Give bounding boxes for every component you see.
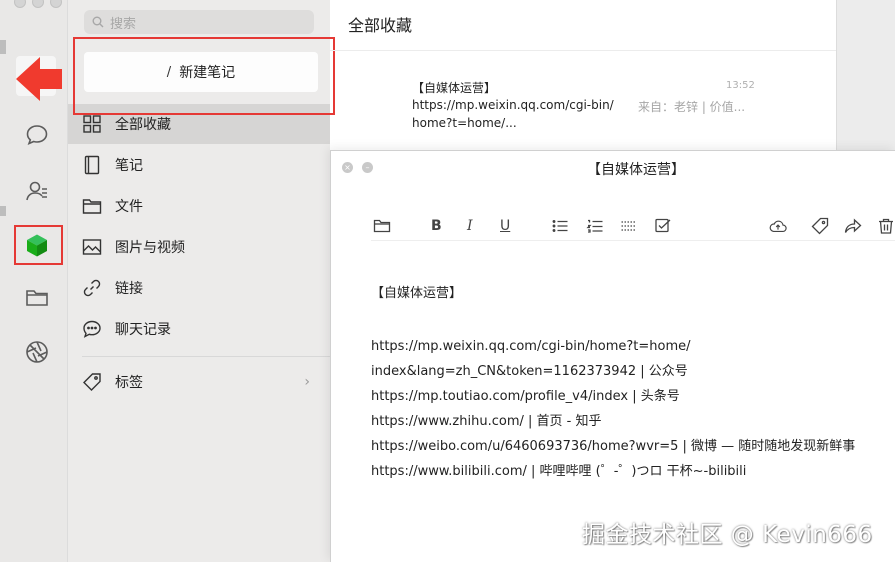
folder-icon	[82, 199, 102, 214]
search-input[interactable]: 搜索	[84, 10, 314, 34]
italic-button[interactable]: I	[467, 215, 473, 237]
folder-icon[interactable]	[22, 282, 52, 312]
category-label: 文件	[115, 199, 143, 215]
category-tags[interactable]: 标签 ›	[68, 362, 330, 402]
chat-bubble-icon	[83, 320, 101, 338]
search-icon	[92, 16, 104, 28]
zoom-window-button[interactable]	[50, 0, 62, 8]
chevron-right-icon: ›	[304, 374, 310, 390]
chat-icon[interactable]	[22, 120, 52, 150]
list-item-title: 【自媒体运营】	[412, 81, 497, 95]
note-line: https://mp.toutiao.com/profile_v4/index …	[371, 389, 680, 404]
category-label: 链接	[115, 281, 143, 297]
preview-line: home?t=home/...	[412, 116, 517, 130]
panel-divider	[82, 356, 330, 357]
window-controls	[14, 0, 62, 8]
category-chat-history[interactable]: 聊天记录	[68, 309, 330, 349]
background-window-edge	[0, 206, 6, 216]
preview-line: https://mp.weixin.qq.com/cgi-bin/	[412, 98, 614, 112]
category-label: 标签	[115, 375, 143, 391]
image-icon	[82, 239, 102, 255]
numbered-list-icon[interactable]	[586, 215, 604, 237]
category-label: 图片与视频	[115, 240, 185, 256]
share-icon[interactable]	[844, 215, 862, 237]
underline-button[interactable]: U	[500, 215, 510, 237]
bullet-list-icon[interactable]	[551, 215, 569, 237]
category-label: 笔记	[115, 158, 143, 174]
trash-icon[interactable]	[877, 215, 895, 237]
note-line: https://www.zhihu.com/ | 首页 - 知乎	[371, 414, 602, 429]
annotation-arrow-icon	[16, 57, 62, 101]
list-item-source: 来自：老锌 | 价值...	[638, 100, 746, 114]
folder-icon[interactable]	[373, 215, 391, 237]
note-line: index&lang=zh_CN&token=1162373942 | 公众号	[371, 364, 688, 379]
favorites-highlight-box	[14, 225, 63, 265]
background-window-edge	[836, 0, 895, 150]
category-label: 聊天记录	[115, 322, 171, 338]
category-label: 全部收藏	[115, 117, 171, 133]
notebook-icon	[84, 155, 100, 175]
category-files[interactable]: 文件	[68, 186, 330, 226]
background-window-edge	[0, 40, 6, 54]
new-note-highlight-box	[73, 37, 335, 115]
list-item-time: 13:52	[726, 80, 755, 91]
grid-icon	[83, 115, 101, 133]
note-line: https://weibo.com/u/6460693736/home?wvr=…	[371, 439, 856, 454]
list-item-preview: https://mp.weixin.qq.com/cgi-bin/ home?t…	[412, 96, 622, 132]
bold-button[interactable]: B	[431, 215, 442, 237]
minimize-window-button[interactable]	[32, 0, 44, 8]
watermark-text: 掘金技术社区 @ Kevin666	[582, 522, 873, 548]
category-links[interactable]: 链接	[68, 268, 330, 308]
category-images-videos[interactable]: 图片与视频	[68, 227, 330, 267]
editor-toolbar: B I U	[371, 213, 895, 241]
list-divider	[330, 50, 836, 51]
search-placeholder: 搜索	[110, 16, 137, 32]
moments-aperture-icon[interactable]	[22, 337, 52, 367]
list-title: 全部收藏	[348, 16, 413, 35]
close-window-button[interactable]	[14, 0, 26, 8]
link-icon	[83, 279, 101, 297]
category-notes[interactable]: 笔记	[68, 145, 330, 185]
divider-line-icon[interactable]	[620, 215, 638, 237]
cloud-upload-icon[interactable]	[769, 215, 787, 237]
checkbox-icon[interactable]	[654, 215, 672, 237]
note-editor-window: × – 【自媒体运营】 B I U 【自媒体运营】 https://mp.wei…	[330, 150, 895, 562]
editor-titlebar: × – 【自媒体运营】	[331, 151, 895, 185]
note-content[interactable]: 【自媒体运营】 https://mp.weixin.qq.com/cgi-bin…	[371, 281, 891, 484]
editor-title: 【自媒体运营】	[587, 162, 685, 178]
note-heading: 【自媒体运营】	[371, 286, 463, 301]
tag-icon[interactable]	[811, 215, 829, 237]
note-line: https://www.bilibili.com/ | 哔哩哔哩 (゜-゜)つロ…	[371, 464, 747, 479]
tag-icon	[83, 373, 101, 391]
contacts-icon[interactable]	[22, 176, 52, 206]
note-line: https://mp.weixin.qq.com/cgi-bin/home?t=…	[371, 339, 691, 354]
